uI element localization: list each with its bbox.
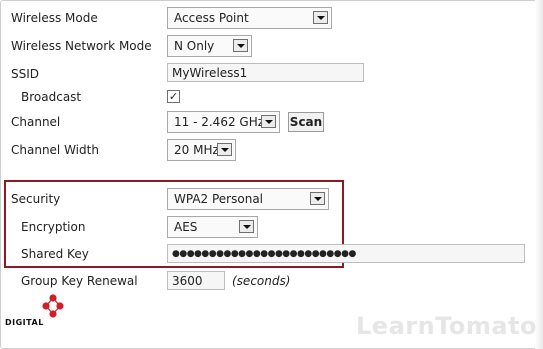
- wireless-mode-label: Wireless Mode: [11, 11, 98, 25]
- digital-logo-icon: [42, 294, 64, 318]
- channel-label: Channel: [11, 115, 61, 129]
- network-mode-value: N Only: [174, 39, 215, 53]
- channel-width-select[interactable]: 20 MHz: [167, 139, 236, 161]
- encryption-value: AES: [174, 220, 198, 234]
- seconds-units-label: (seconds): [232, 274, 291, 288]
- brand-logo-text: DIGITAL: [5, 318, 44, 327]
- shared-key-input[interactable]: ●●●●●●●●●●●●●●●●●●●●●●●●●: [167, 244, 525, 263]
- wireless-mode-value: Access Point: [174, 11, 249, 25]
- wireless-mode-select[interactable]: Access Point: [167, 7, 332, 29]
- shared-key-label: Shared Key: [21, 247, 89, 261]
- network-mode-label: Wireless Network Mode: [11, 39, 152, 53]
- channel-value: 11 - 2.462 GHz: [174, 115, 265, 129]
- chevron-down-icon: [233, 39, 248, 52]
- security-select[interactable]: WPA2 Personal: [167, 188, 329, 210]
- security-value: WPA2 Personal: [174, 192, 264, 206]
- encryption-label: Encryption: [21, 220, 86, 234]
- watermark-text: LearnTomato: [356, 312, 538, 340]
- channel-width-value: 20 MHz: [174, 143, 219, 157]
- channel-select[interactable]: 11 - 2.462 GHz: [167, 111, 280, 133]
- group-key-renewal-input[interactable]: 3600: [167, 271, 225, 290]
- encryption-select[interactable]: AES: [167, 216, 258, 238]
- broadcast-label: Broadcast: [21, 90, 82, 104]
- ssid-input[interactable]: MyWireless1: [167, 63, 364, 82]
- ssid-label: SSID: [11, 67, 40, 81]
- channel-width-label: Channel Width: [11, 143, 99, 157]
- group-key-renewal-label: Group Key Renewal: [21, 274, 138, 288]
- chevron-down-icon: [217, 143, 232, 156]
- chevron-down-icon: [239, 220, 254, 233]
- chevron-down-icon: [313, 11, 328, 24]
- chevron-down-icon: [310, 192, 325, 205]
- panel-edge-shadow: [535, 0, 543, 349]
- scan-button[interactable]: Scan: [288, 112, 324, 132]
- broadcast-checkbox[interactable]: ✓: [167, 90, 180, 103]
- chevron-down-icon: [261, 115, 276, 128]
- security-label: Security: [11, 192, 61, 206]
- network-mode-select[interactable]: N Only: [167, 35, 252, 57]
